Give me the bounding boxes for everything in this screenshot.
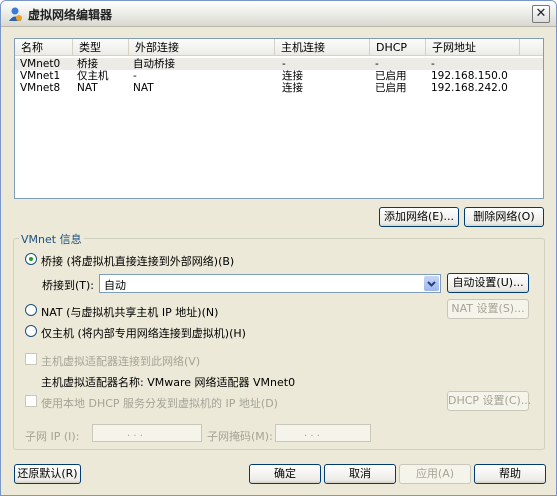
use-dhcp-checkbox[interactable]	[25, 395, 37, 407]
vmnet-info-group	[13, 238, 545, 450]
vmnet-info-title: VMnet 信息	[19, 231, 84, 247]
column-header-host[interactable]: 主机连接	[275, 39, 370, 56]
cell-type: 桥接	[77, 58, 98, 70]
cell-host: 连接	[282, 82, 303, 94]
nat-radio[interactable]	[25, 304, 37, 316]
use-dhcp-label[interactable]: 使用本地 DHCP 服务分发到虚拟机的 IP 地址(D)	[41, 395, 278, 411]
ip-dots: . . .	[127, 428, 143, 439]
ok-button[interactable]: 确定	[249, 464, 321, 484]
dhcp-settings-button[interactable]: DHCP 设置(C)...	[447, 391, 531, 411]
radio-selected-dot	[29, 257, 33, 261]
subnet-ip-label: 子网 IP (I):	[25, 430, 80, 443]
subnet-mask-label: 子网掩码(M):	[207, 430, 273, 443]
cell-dhcp: -	[375, 58, 379, 70]
bridge-to-value: 自动	[104, 279, 126, 292]
cell-type: 仅主机	[77, 70, 109, 82]
bridge-to-select[interactable]: 自动	[99, 274, 441, 293]
cell-subnet: 192.168.150.0	[431, 70, 508, 82]
cell-type: NAT	[77, 82, 98, 94]
subnet-mask-field[interactable]: . . .	[275, 424, 371, 442]
add-network-button[interactable]: 添加网络(E)...	[379, 207, 459, 227]
close-icon: ✕	[535, 6, 547, 21]
cell-external: NAT	[133, 82, 154, 94]
nat-radio-label[interactable]: NAT (与虚拟机共享主机 IP 地址)(N)	[41, 304, 218, 320]
virtual-network-editor-window: 虚拟网络编辑器 ✕ 名称 类型 外部连接 主机连接 DHCP 子网地址 VMne…	[0, 0, 557, 496]
column-header-subnet[interactable]: 子网地址	[426, 39, 520, 56]
auto-settings-button[interactable]: 自动设置(U)...	[447, 273, 529, 293]
dropdown-arrow-icon[interactable]	[424, 276, 439, 291]
table-row[interactable]: VMnet8 NAT NAT 连接 已启用 192.168.242.0	[15, 82, 543, 94]
cell-dhcp: 已启用	[375, 70, 407, 82]
hostonly-radio[interactable]	[25, 325, 37, 337]
remove-network-button[interactable]: 删除网络(O)	[464, 207, 544, 227]
cancel-button[interactable]: 取消	[324, 464, 396, 484]
connect-adapter-label[interactable]: 主机虚拟适配器连接到此网络(V)	[41, 353, 200, 369]
cell-name: VMnet0	[20, 58, 61, 70]
cell-dhcp: 已启用	[375, 82, 407, 94]
subnet-ip-field[interactable]: . . .	[92, 424, 202, 442]
cell-external: -	[133, 70, 137, 82]
table-row[interactable]: VMnet1 仅主机 - 连接 已启用 192.168.150.0	[15, 70, 543, 82]
bridge-to-label: 桥接到(T):	[42, 279, 95, 292]
title-bar: 虚拟网络编辑器 ✕	[1, 1, 556, 27]
table-row[interactable]: VMnet0 桥接 自动桥接 - - -	[15, 58, 543, 70]
cell-name: VMnet8	[20, 82, 61, 94]
column-header-external[interactable]: 外部连接	[129, 39, 275, 56]
nat-settings-button[interactable]: NAT 设置(S)...	[447, 299, 529, 319]
list-header: 名称 类型 外部连接 主机连接 DHCP 子网地址	[15, 39, 543, 56]
cell-subnet: 192.168.242.0	[431, 82, 508, 94]
apply-button[interactable]: 应用(A)	[399, 464, 471, 484]
help-button[interactable]: 帮助	[474, 464, 546, 484]
cell-subnet: -	[431, 58, 435, 70]
cell-external: 自动桥接	[133, 58, 175, 70]
hostonly-radio-label[interactable]: 仅主机 (将内部专用网络连接到虚拟机)(H)	[41, 325, 246, 341]
close-button[interactable]: ✕	[532, 5, 550, 23]
bridge-radio[interactable]	[25, 253, 37, 265]
ip-dots: . . .	[304, 428, 320, 439]
network-user-icon	[9, 7, 22, 21]
column-header-dhcp[interactable]: DHCP	[370, 39, 426, 56]
cell-host: -	[282, 58, 286, 70]
restore-defaults-button[interactable]: 还原默认(R)	[14, 464, 81, 484]
adapter-name-text: 主机虚拟适配器名称: VMware 网络适配器 VMnet0	[41, 376, 296, 389]
network-list[interactable]: 名称 类型 外部连接 主机连接 DHCP 子网地址 VMnet0 桥接 自动桥接…	[14, 38, 544, 199]
column-header-name[interactable]: 名称	[15, 39, 73, 56]
column-header-type[interactable]: 类型	[73, 39, 129, 56]
bridge-radio-label[interactable]: 桥接 (将虚拟机直接连接到外部网络)(B)	[41, 253, 234, 269]
cell-name: VMnet1	[20, 70, 61, 82]
window-title: 虚拟网络编辑器	[28, 8, 113, 22]
connect-adapter-checkbox[interactable]	[25, 353, 37, 365]
cell-host: 连接	[282, 70, 303, 82]
